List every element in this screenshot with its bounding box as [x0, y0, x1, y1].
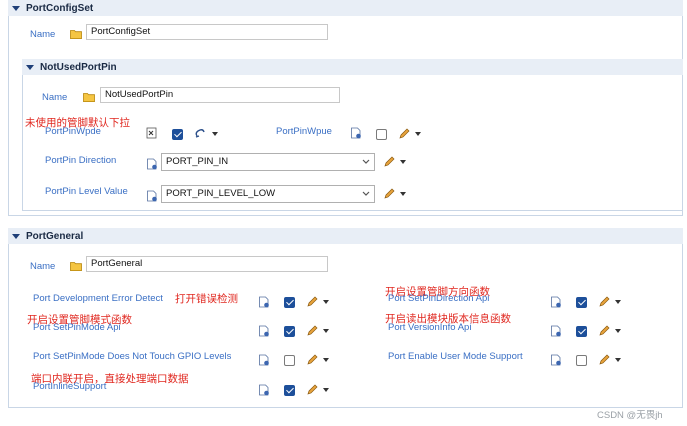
property-icon[interactable] — [146, 158, 158, 170]
select-value: PORT_PIN_IN — [166, 156, 229, 167]
edit-pencil-icon[interactable] — [306, 325, 318, 337]
portpin-level-label: PortPin Level Value — [45, 186, 128, 197]
folder-icon — [83, 92, 95, 102]
dropdown-arrow-icon[interactable] — [400, 192, 406, 196]
dropdown-arrow-icon[interactable] — [212, 132, 218, 136]
dropdown-arrow-icon[interactable] — [323, 388, 329, 392]
name-field[interactable]: NotUsedPortPin — [100, 87, 340, 103]
edit-pencil-icon[interactable] — [598, 296, 610, 308]
port-setpinmode-gpio-label: Port SetPinMode Does Not Touch GPIO Leve… — [33, 351, 232, 362]
port-dev-error-detect-label: Port Development Error Detect — [33, 293, 163, 304]
name-field[interactable]: PortGeneral — [86, 256, 328, 272]
port-setpindirection-api-label: Port SetPinDirection Api — [388, 293, 490, 304]
port-setpinmode-api-label: Port SetPinMode Api — [33, 322, 121, 333]
edit-pencil-icon[interactable] — [383, 156, 395, 168]
section-header-notusedportpin[interactable]: NotUsedPortPin — [22, 59, 683, 75]
csdn-watermark: CSDN @无畏jh — [597, 410, 663, 421]
dropdown-arrow-icon[interactable] — [323, 329, 329, 333]
name-label: Name — [42, 92, 68, 103]
port-user-mode-support-label: Port Enable User Mode Support — [388, 351, 523, 362]
chevron-down-icon[interactable] — [360, 155, 372, 169]
property-icon[interactable] — [258, 325, 270, 337]
dropdown-arrow-icon[interactable] — [615, 358, 621, 362]
portpinwpue-checkbox[interactable] — [376, 129, 387, 140]
port-inline-support-checkbox[interactable] — [284, 385, 295, 396]
edit-pencil-icon[interactable] — [306, 384, 318, 396]
folder-icon — [70, 261, 82, 271]
edit-pencil-icon[interactable] — [598, 325, 610, 337]
property-icon[interactable] — [550, 296, 562, 308]
name-field[interactable]: PortConfigSet — [86, 24, 328, 40]
section-header-portgeneral[interactable]: PortGeneral — [8, 228, 683, 244]
name-label: Name — [30, 29, 56, 40]
edit-pencil-icon[interactable] — [598, 354, 610, 366]
property-icon[interactable] — [258, 384, 270, 396]
section-title: PortGeneral — [26, 230, 84, 242]
dropdown-arrow-icon[interactable] — [400, 160, 406, 164]
dropdown-arrow-icon[interactable] — [615, 329, 621, 333]
property-icon[interactable] — [146, 190, 158, 202]
property-icon[interactable] — [258, 354, 270, 366]
chevron-down-icon[interactable] — [360, 187, 372, 201]
port-inline-support-label: PortInlineSupport — [33, 381, 107, 392]
dropdown-arrow-icon[interactable] — [615, 300, 621, 304]
collapse-triangle-icon[interactable] — [12, 5, 20, 11]
collapse-triangle-icon[interactable] — [26, 64, 34, 70]
portpinwpde-checkbox[interactable] — [172, 129, 183, 140]
property-icon[interactable] — [550, 354, 562, 366]
portpin-direction-select[interactable]: PORT_PIN_IN — [161, 153, 375, 171]
folder-icon — [70, 29, 82, 39]
select-value: PORT_PIN_LEVEL_LOW — [166, 188, 276, 199]
dropdown-arrow-icon[interactable] — [323, 358, 329, 362]
link-icon[interactable] — [194, 128, 206, 140]
edit-pencil-icon[interactable] — [398, 128, 410, 140]
portpin-direction-label: PortPin Direction — [45, 155, 117, 166]
port-setpindirection-api-checkbox[interactable] — [576, 297, 587, 308]
portpinwpue-label: PortPinWpue — [276, 126, 332, 137]
annotation-note: 打开错误检测 — [175, 293, 238, 305]
edit-pencil-icon[interactable] — [306, 296, 318, 308]
dropdown-arrow-icon[interactable] — [415, 132, 421, 136]
portpin-level-select[interactable]: PORT_PIN_LEVEL_LOW — [161, 185, 375, 203]
property-icon[interactable] — [350, 127, 362, 139]
port-dev-error-detect-checkbox[interactable] — [284, 297, 295, 308]
property-icon[interactable] — [550, 325, 562, 337]
portpinwpde-label: PortPinWpde — [45, 126, 101, 137]
edit-pencil-icon[interactable] — [306, 354, 318, 366]
port-setpinmode-api-checkbox[interactable] — [284, 326, 295, 337]
property-icon[interactable] — [258, 296, 270, 308]
port-user-mode-support-checkbox[interactable] — [576, 355, 587, 366]
port-versioninfo-api-label: Port VersionInfo Api — [388, 322, 472, 333]
edit-pencil-icon[interactable] — [383, 188, 395, 200]
port-setpinmode-gpio-checkbox[interactable] — [284, 355, 295, 366]
section-title: PortConfigSet — [26, 2, 94, 14]
dropdown-arrow-icon[interactable] — [323, 300, 329, 304]
section-header-portconfigset[interactable]: PortConfigSet — [8, 0, 683, 16]
port-versioninfo-api-checkbox[interactable] — [576, 326, 587, 337]
property-icon[interactable] — [146, 127, 158, 139]
name-label: Name — [30, 261, 56, 272]
collapse-triangle-icon[interactable] — [12, 233, 20, 239]
section-title: NotUsedPortPin — [40, 61, 117, 73]
